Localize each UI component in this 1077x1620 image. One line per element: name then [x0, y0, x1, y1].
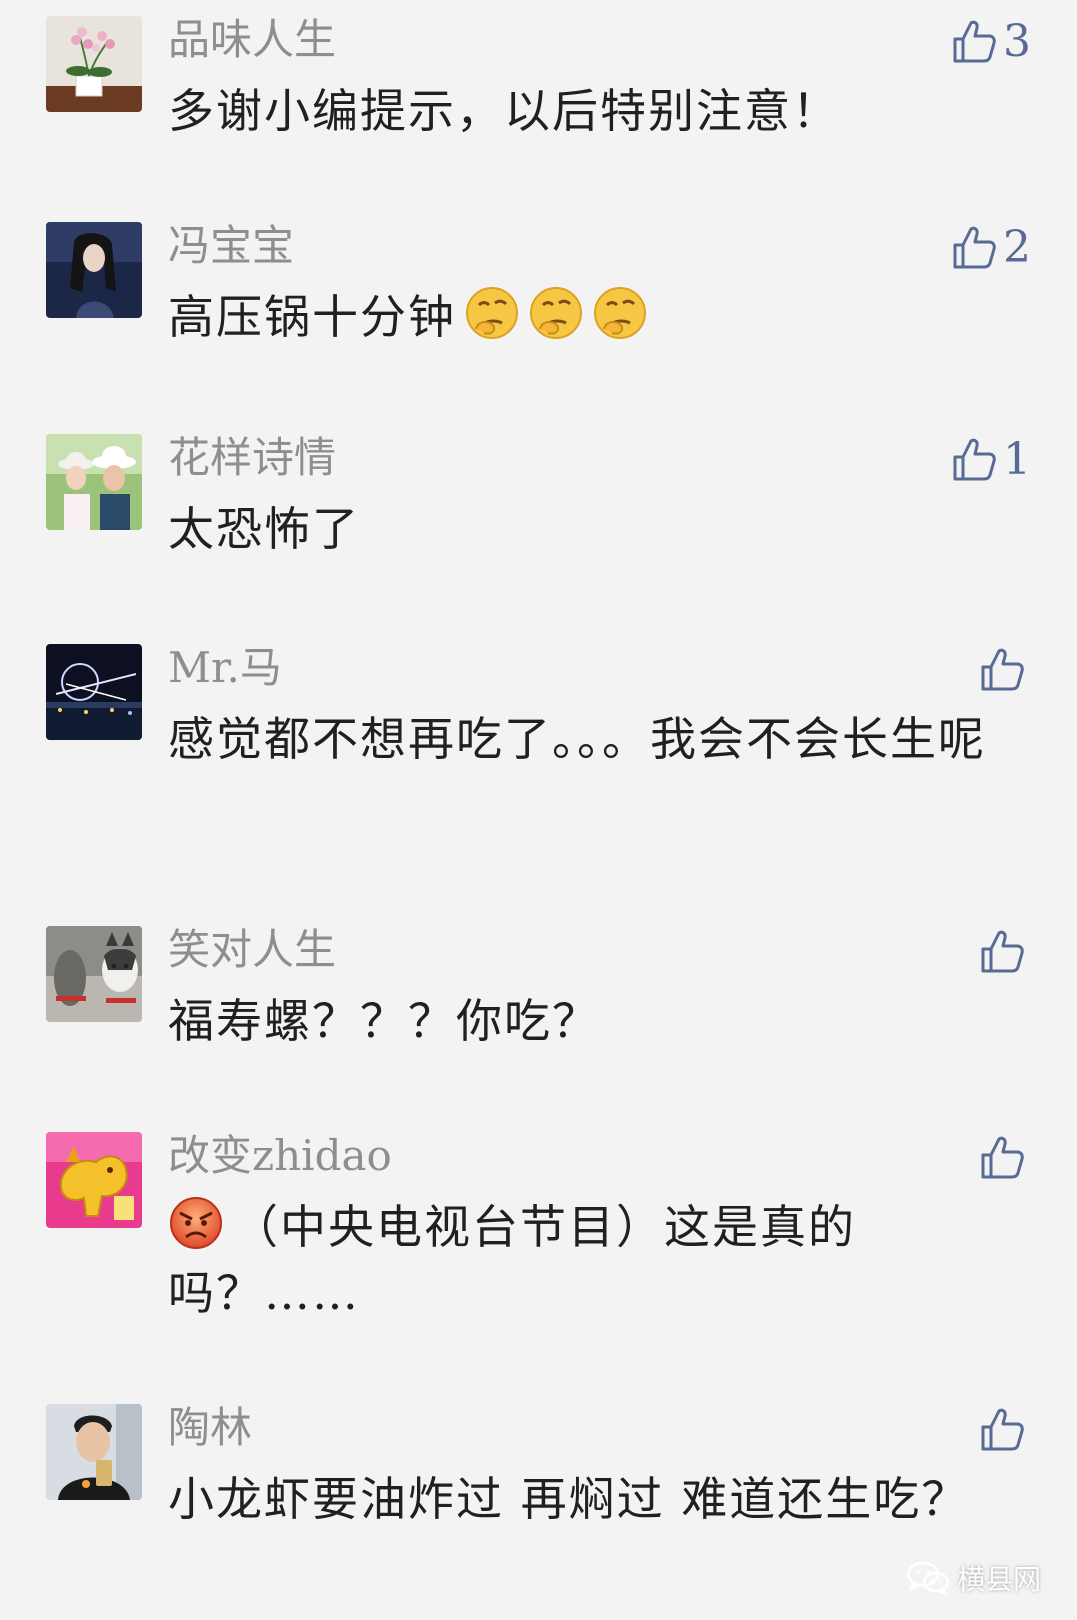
thumbs-up-icon	[977, 1405, 1027, 1455]
thinking-emoji	[592, 285, 648, 341]
avatar[interactable]	[46, 926, 142, 1022]
comment-author: Mr.马	[168, 643, 282, 692]
avatar[interactable]	[46, 1132, 142, 1228]
thinking-emoji	[464, 285, 520, 341]
like-count: 2	[1003, 222, 1031, 273]
avatar[interactable]	[46, 644, 142, 740]
comment-text: （中央电视台节目）这是真的吗？……	[168, 1194, 1018, 1326]
like-count: 1	[1003, 434, 1031, 485]
comment-text: 太恐怖了	[168, 502, 360, 556]
angry-face-emoji	[168, 1195, 224, 1251]
avatar[interactable]	[46, 434, 142, 530]
like-button[interactable]: 2	[949, 220, 1031, 276]
comment-text: 福寿螺？？？你吃？	[168, 994, 600, 1048]
avatar[interactable]	[46, 222, 142, 318]
like-button[interactable]	[977, 924, 1031, 980]
comment-text: 感觉都不想再吃了。。。我会不会长生呢	[168, 712, 986, 766]
thumbs-up-icon	[949, 17, 999, 67]
comment-author: 品味人生	[168, 15, 337, 64]
thumbs-up-icon	[977, 927, 1027, 977]
comment-text-content: （中央电视台节目）这是真的吗？……	[168, 1200, 856, 1320]
comment-text: 多谢小编提示，以后特别注意！	[168, 84, 840, 138]
watermark-text: 横县网	[956, 1563, 1041, 1596]
comment-author: 笑对人生	[168, 925, 337, 974]
like-button[interactable]: 1	[949, 432, 1031, 488]
comment-author: 花样诗情	[168, 433, 337, 482]
thumbs-up-icon	[949, 435, 999, 485]
comment-author: 冯宝宝	[168, 221, 295, 270]
like-button[interactable]: 3	[949, 14, 1031, 70]
thumbs-up-icon	[977, 1133, 1027, 1183]
thumbs-up-icon	[949, 223, 999, 273]
thumbs-up-icon	[977, 645, 1027, 695]
like-button[interactable]	[977, 642, 1031, 698]
watermark: 横县网	[905, 1558, 1041, 1598]
comment-text: 高压锅十分钟	[168, 284, 1018, 350]
comment-text-content: 高压锅十分钟	[168, 290, 456, 344]
like-button[interactable]	[977, 1402, 1031, 1458]
like-count: 3	[1003, 16, 1031, 67]
wechat-icon	[905, 1560, 951, 1596]
avatar[interactable]	[46, 16, 142, 112]
comment-text: 小龙虾要油炸过 再焖过 难道还生吃？	[168, 1472, 970, 1526]
like-button[interactable]	[977, 1130, 1031, 1186]
thinking-emoji	[528, 285, 584, 341]
avatar[interactable]	[46, 1404, 142, 1500]
comment-author: 陶林	[168, 1403, 253, 1452]
comment-author: 改变zhidao	[168, 1131, 392, 1180]
